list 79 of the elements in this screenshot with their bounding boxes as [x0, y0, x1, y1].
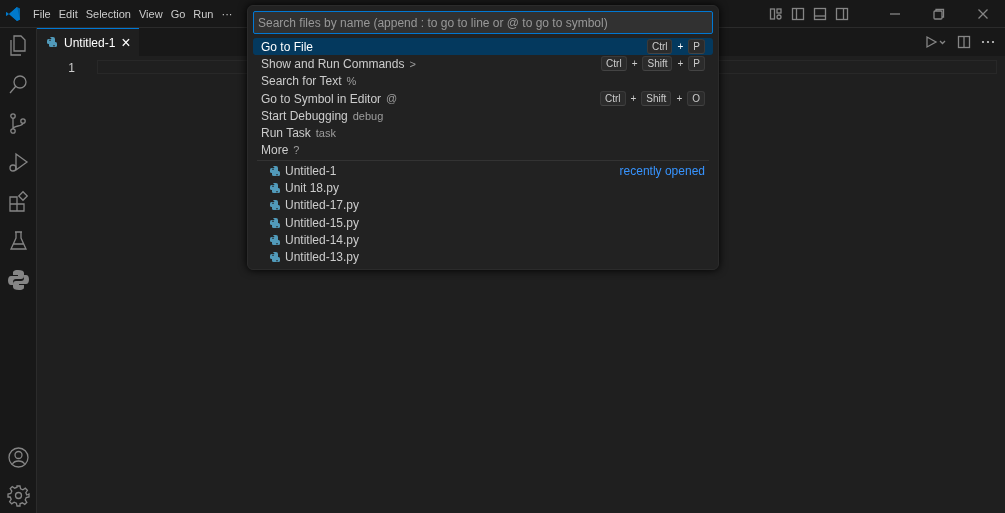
keybinding: Ctrl [601, 56, 627, 72]
panel-toggle-icon[interactable] [813, 6, 827, 21]
command-item[interactable]: Go to File Ctrl + P [253, 38, 713, 56]
python-file-icon [268, 182, 280, 194]
close-icon[interactable]: × [121, 34, 131, 51]
command-item[interactable]: Search for Text % [253, 72, 713, 90]
python-file-icon [268, 216, 280, 229]
command-prefix: task [315, 125, 336, 141]
command-label: Go to Symbol in Editor [261, 90, 382, 108]
command-prefix: ? [293, 143, 300, 159]
line-number: 1 [67, 60, 76, 77]
command-item[interactable]: More ? [253, 141, 713, 160]
key-separator: + [676, 92, 683, 107]
recent-python-file-entry[interactable]: Unit 18.py [253, 179, 713, 197]
command-label: Run Task [261, 125, 311, 143]
recent-python-file-entry[interactable]: Untitled-15.py [253, 213, 713, 232]
app-logo-icon [5, 5, 21, 22]
menu-item[interactable]: ··· [217, 0, 237, 28]
keybinding: O [687, 91, 705, 107]
settings-icon[interactable] [6, 484, 30, 507]
python-file-icon [268, 233, 280, 246]
command-item[interactable]: Run Task task [253, 124, 713, 142]
keybinding: P [688, 39, 705, 55]
key-separator: + [677, 40, 684, 55]
layout-icon[interactable] [769, 6, 783, 21]
command-label: Search for Text [261, 73, 342, 91]
command-prefix: @ [386, 91, 398, 107]
tab-label: Untitled-1 [64, 34, 116, 52]
python-file-icon [45, 36, 58, 49]
command-item[interactable]: Start Debugging debug [253, 107, 713, 125]
recent-python-file-entry[interactable]: Untitled-14.py [253, 231, 713, 249]
recently-opened-label: recently opened [619, 162, 705, 180]
secondary-sidebar-icon[interactable] [835, 6, 849, 21]
recent-python-file-entry[interactable]: Untitled-1 recently opened [253, 162, 713, 180]
file-name: Unit 18.py [285, 180, 340, 198]
command-prefix: > [409, 56, 416, 72]
recent-python-file-entry[interactable]: Untitled-17.py [253, 196, 713, 214]
command-item[interactable]: Show and Run Commands > Ctrl + Shift + P [253, 55, 713, 73]
run-debug-icon[interactable] [6, 151, 30, 174]
menu-item[interactable]: Edit [54, 0, 82, 28]
command-label: Go to File [261, 38, 314, 56]
menu-item[interactable]: Selection [81, 0, 135, 28]
command-label: Show and Run Commands [261, 55, 405, 73]
key-separator: + [631, 57, 638, 72]
menu-item[interactable]: View [134, 0, 167, 28]
recent-python-file-entry[interactable]: Untitled-13.py [253, 248, 713, 266]
python-file-icon [268, 164, 280, 177]
python-file-icon [268, 251, 280, 264]
split-editor-icon[interactable] [957, 35, 971, 49]
command-label: More [261, 142, 289, 160]
search-field[interactable]: Search files by name (append : to go to line or @ to go to symbol) [253, 11, 713, 34]
command-prefix: % [346, 74, 357, 89]
file-name: Untitled-15.py [285, 214, 360, 232]
menu-item[interactable]: File [29, 0, 55, 28]
file-name: Untitled-13.py [285, 249, 360, 267]
menu-item[interactable]: Go [166, 0, 190, 28]
command-item[interactable]: Go to Symbol in Editor @ Ctrl + Shift + O [253, 89, 713, 108]
keybinding: Ctrl [646, 39, 673, 55]
key-separator: + [630, 92, 637, 107]
python-icon[interactable] [6, 268, 30, 291]
keybinding: Ctrl [599, 91, 626, 107]
command-label: Start Debugging [261, 107, 348, 125]
run-icon[interactable] [925, 35, 947, 49]
sidebar-toggle-icon[interactable] [791, 6, 805, 21]
account-icon[interactable] [6, 446, 30, 469]
keybinding: P [688, 56, 705, 72]
menu-item[interactable]: Run [189, 0, 218, 28]
command-prefix: debug [352, 108, 384, 124]
key-separator: + [677, 57, 684, 72]
restore-icon[interactable] [932, 6, 946, 21]
keybinding: Shift [641, 91, 672, 107]
file-name: Untitled-1 [285, 162, 337, 180]
extensions-icon[interactable] [6, 190, 30, 213]
file-name: Untitled-14.py [285, 231, 360, 249]
editor-tab[interactable]: Untitled-1 × [37, 28, 139, 56]
file-name: Untitled-17.py [285, 197, 360, 215]
close-icon[interactable] [976, 6, 990, 21]
keybinding: Shift [642, 56, 673, 72]
python-file-icon [268, 199, 280, 212]
